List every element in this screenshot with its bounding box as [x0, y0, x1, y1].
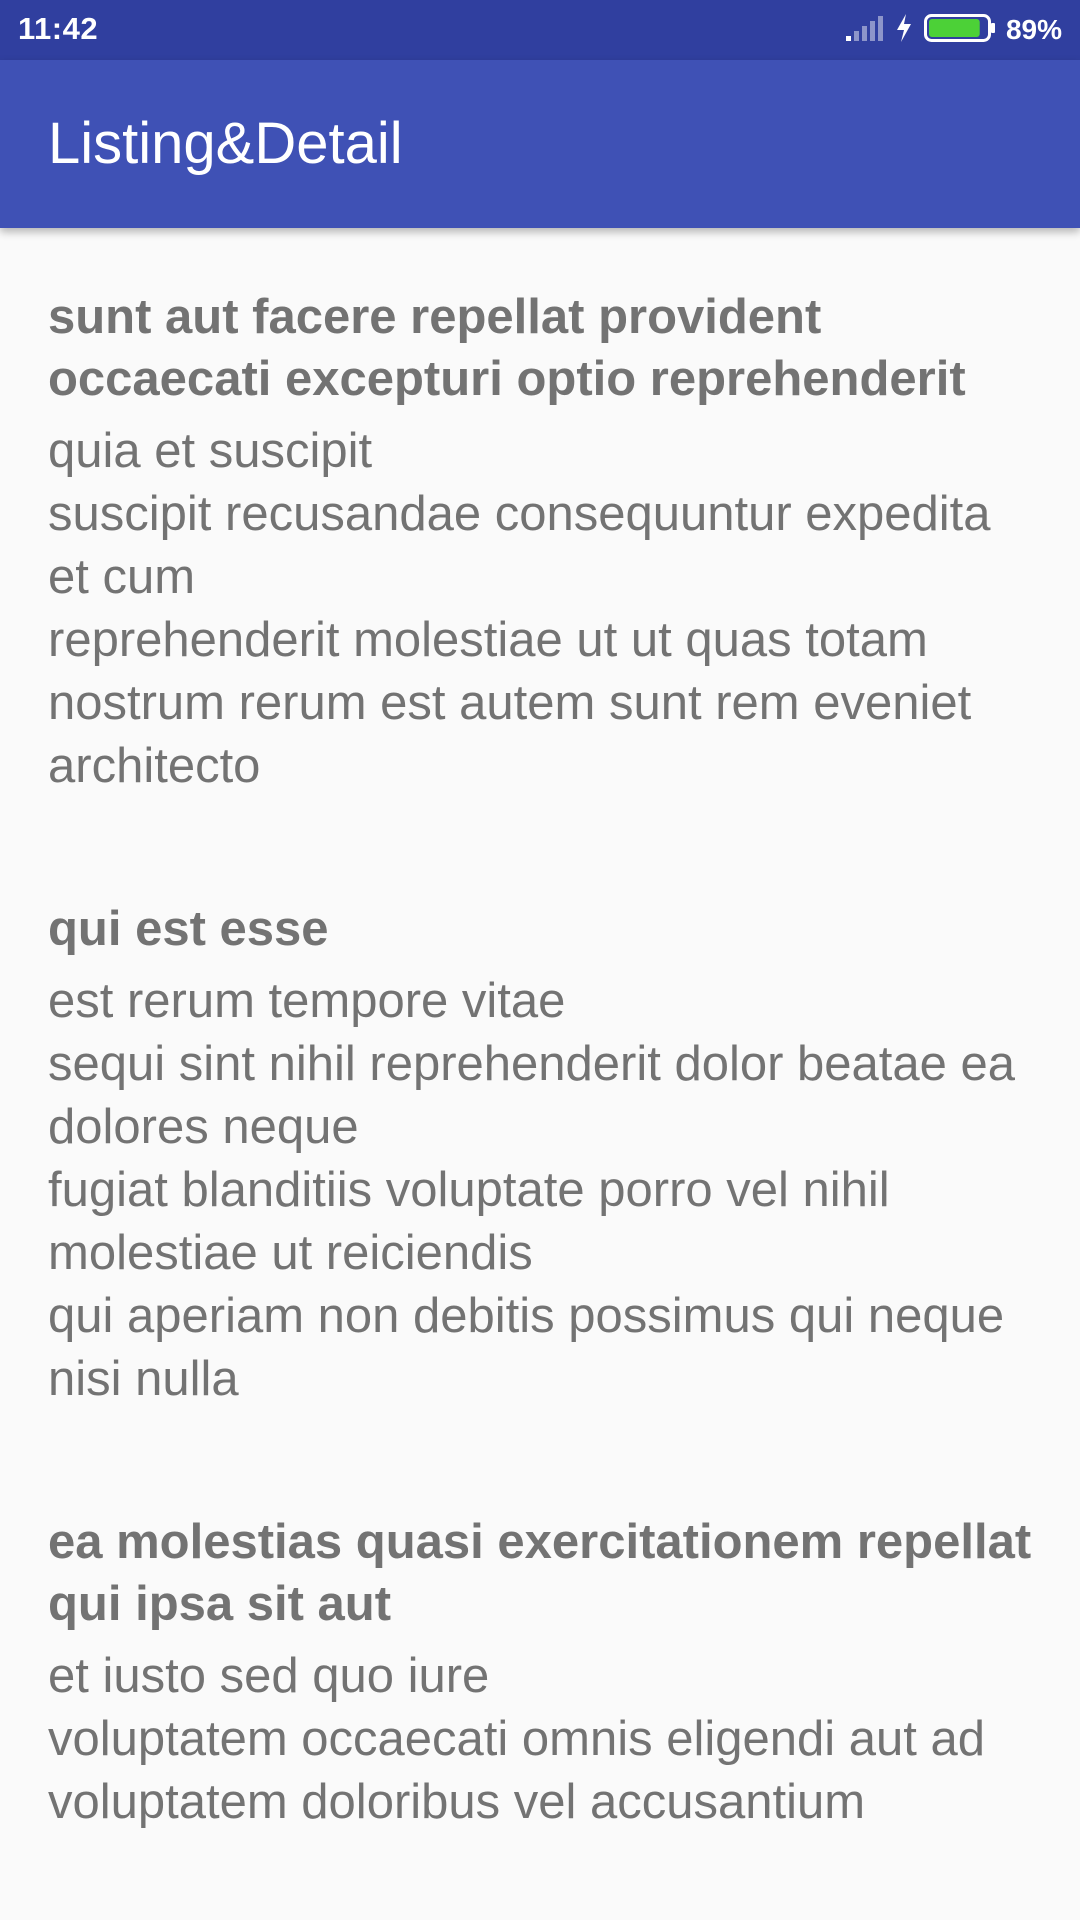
battery-percent: 89% — [1005, 14, 1062, 45]
list-item[interactable]: qui est esse est rerum tempore vitae seq… — [0, 898, 1080, 1411]
post-list[interactable]: sunt aut facere repellat provident occae… — [0, 228, 1080, 1920]
app-title: Listing&Detail — [48, 111, 403, 176]
status-time: 11:42 — [18, 11, 99, 46]
battery-fill — [928, 18, 980, 37]
list-item[interactable]: sunt aut facere repellat provident occae… — [0, 286, 1080, 798]
list-item[interactable]: ea molestias quasi exercitationem repell… — [0, 1511, 1080, 1834]
charging-icon — [894, 13, 914, 48]
post-body: est rerum tempore vitae sequi sint nihil… — [48, 974, 1016, 1406]
signal-icon — [844, 14, 884, 47]
post-title: sunt aut facere repellat provident occae… — [48, 290, 966, 406]
post-title: qui est esse — [48, 902, 329, 956]
battery-icon — [923, 13, 996, 48]
app-bar: Listing&Detail — [0, 60, 1080, 228]
status-icons: 89% — [844, 0, 1062, 60]
post-body: quia et suscipit suscipit recusandae con… — [48, 424, 991, 793]
post-body: et iusto sed quo iure voluptatem occaeca… — [48, 1649, 986, 1829]
post-title: ea molestias quasi exercitationem repell… — [48, 1515, 1032, 1631]
status-bar: 11:42 89% — [0, 0, 1080, 60]
